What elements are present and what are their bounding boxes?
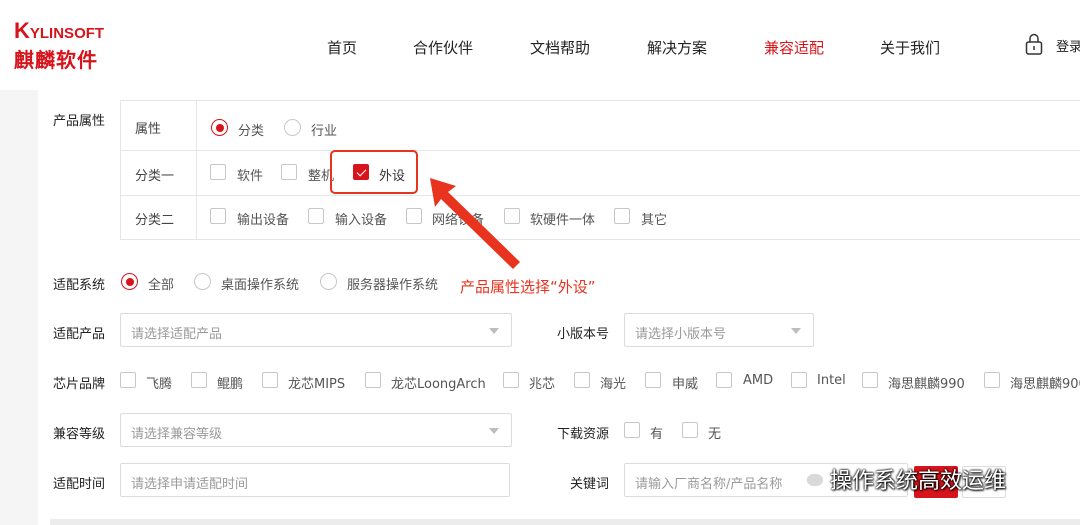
chip-option-label: 海思麒麟990 xyxy=(888,377,965,392)
checkbox-input-device[interactable] xyxy=(308,208,324,224)
level-select-placeholder: 请选择兼容等级 xyxy=(131,427,223,442)
checkbox-chip-phytium[interactable] xyxy=(120,372,136,388)
checkbox-output-device[interactable] xyxy=(210,208,226,224)
nav-item-home[interactable]: 首页 xyxy=(327,37,357,58)
chevron-down-icon xyxy=(489,328,499,334)
download-yes-label: 有 xyxy=(650,427,664,442)
minor-version-select[interactable]: 请选择小版本号 xyxy=(624,313,814,347)
checkbox-download-yes[interactable] xyxy=(624,422,640,438)
bottom-divider xyxy=(50,519,1080,525)
chip-option-label: 飞腾 xyxy=(146,377,173,392)
chip-label: 芯片品牌 xyxy=(53,377,106,392)
checkbox-machine[interactable] xyxy=(281,164,297,180)
level-label: 兼容等级 xyxy=(53,427,106,442)
wechat-icon xyxy=(796,465,825,488)
chip-option-label: 鲲鹏 xyxy=(217,377,244,392)
site-header: KYLINSOFT 麒麟软件 首页 合作伙伴 文档帮助 解决方案 兼容适配 关于… xyxy=(0,0,1080,90)
checkbox-chip-kunpeng[interactable] xyxy=(191,372,207,388)
download-no-label: 无 xyxy=(708,427,722,442)
chip-option-label: 龙芯LoongArch xyxy=(391,377,486,392)
checkbox-chip-zhaoxin[interactable] xyxy=(503,372,519,388)
product-select[interactable]: 请选择适配产品 xyxy=(120,313,512,347)
checkbox-chip-intel[interactable] xyxy=(791,372,807,388)
time-label: 适配时间 xyxy=(53,477,106,492)
keyword-input-placeholder: 请输入厂商名称/产品名称 xyxy=(635,477,783,492)
radio-industry[interactable] xyxy=(284,119,301,136)
chip-option-label: 兆芯 xyxy=(529,377,556,392)
chip-option-label: 申威 xyxy=(672,377,699,392)
chevron-down-icon xyxy=(791,328,801,334)
minor-version-select-placeholder: 请选择小版本号 xyxy=(635,327,727,342)
login-label: 登录 xyxy=(1056,40,1080,55)
annotation-text: 产品属性选择“外设” xyxy=(460,278,596,296)
radio-system-all[interactable] xyxy=(121,273,138,290)
time-input-placeholder: 请选择申请适配时间 xyxy=(131,477,249,492)
radio-system-server[interactable] xyxy=(320,273,337,290)
radio-industry-label: 行业 xyxy=(311,124,338,139)
peripheral-highlight xyxy=(330,150,418,194)
radio-system-desktop-label: 桌面操作系统 xyxy=(221,278,300,293)
radio-category-label: 分类 xyxy=(238,124,265,139)
nav-item-partners[interactable]: 合作伙伴 xyxy=(413,37,473,58)
checkbox-chip-kirin990[interactable] xyxy=(862,372,878,388)
product-attr-label: 产品属性 xyxy=(53,114,106,129)
chip-option-label: 海光 xyxy=(600,377,627,392)
radio-system-server-label: 服务器操作系统 xyxy=(347,278,439,293)
checkbox-software[interactable] xyxy=(210,164,226,180)
logo-chinese: 麒麟软件 xyxy=(14,48,98,72)
checkbox-chip-sunway[interactable] xyxy=(645,372,661,388)
checkbox-output-device-label: 输出设备 xyxy=(237,213,290,228)
nav-item-about[interactable]: 关于我们 xyxy=(880,37,940,58)
annotation-arrow xyxy=(430,178,520,269)
nav-item-docs[interactable]: 文档帮助 xyxy=(530,37,590,58)
checkbox-chip-loongarch[interactable] xyxy=(365,372,381,388)
radio-system-all-label: 全部 xyxy=(148,278,175,293)
watermark-text: 操作系统高效运维 xyxy=(830,469,1007,494)
chip-option-label: 海思麒麟9006C xyxy=(1010,377,1080,392)
checkbox-other-label: 其它 xyxy=(641,213,668,228)
checkbox-chip-amd[interactable] xyxy=(716,372,732,388)
category2-row-key: 分类二 xyxy=(121,196,197,240)
category1-row-key: 分类一 xyxy=(121,151,197,195)
checkbox-other[interactable] xyxy=(614,208,630,224)
chip-option-label: Intel xyxy=(817,373,846,388)
checkbox-chip-kirin9006c[interactable] xyxy=(984,372,1000,388)
chevron-down-icon xyxy=(489,428,499,434)
attr-row: 属性 xyxy=(121,101,1080,151)
checkbox-software-label: 软件 xyxy=(237,169,264,184)
chip-option-label: 龙芯MIPS xyxy=(288,377,346,392)
minor-version-label: 小版本号 xyxy=(557,327,610,342)
radio-system-desktop[interactable] xyxy=(194,273,211,290)
time-input[interactable]: 请选择申请适配时间 xyxy=(120,463,510,497)
checkbox-chip-hygon[interactable] xyxy=(574,372,590,388)
download-label: 下载资源 xyxy=(557,427,610,442)
kylinsoft-logo[interactable]: KYLINSOFT 麒麟软件 xyxy=(14,18,114,72)
keyword-label: 关键词 xyxy=(570,477,610,492)
product-label: 适配产品 xyxy=(53,327,106,342)
attr-row-key: 属性 xyxy=(121,101,197,150)
logo-english: KYLINSOFT xyxy=(14,18,105,43)
system-label: 适配系统 xyxy=(53,278,106,293)
product-select-placeholder: 请选择适配产品 xyxy=(131,327,223,342)
lock-icon xyxy=(1025,33,1043,55)
radio-category[interactable] xyxy=(211,119,228,136)
checkbox-input-device-label: 输入设备 xyxy=(335,213,388,228)
nav-item-solutions[interactable]: 解决方案 xyxy=(647,37,707,58)
checkbox-download-no[interactable] xyxy=(682,422,698,438)
category1-row: 分类一 xyxy=(121,151,1080,196)
chip-option-label: AMD xyxy=(743,373,774,388)
level-select[interactable]: 请选择兼容等级 xyxy=(120,413,512,447)
nav-item-compatibility[interactable]: 兼容适配 xyxy=(764,37,824,58)
checkbox-chip-loongson-mips[interactable] xyxy=(262,372,278,388)
